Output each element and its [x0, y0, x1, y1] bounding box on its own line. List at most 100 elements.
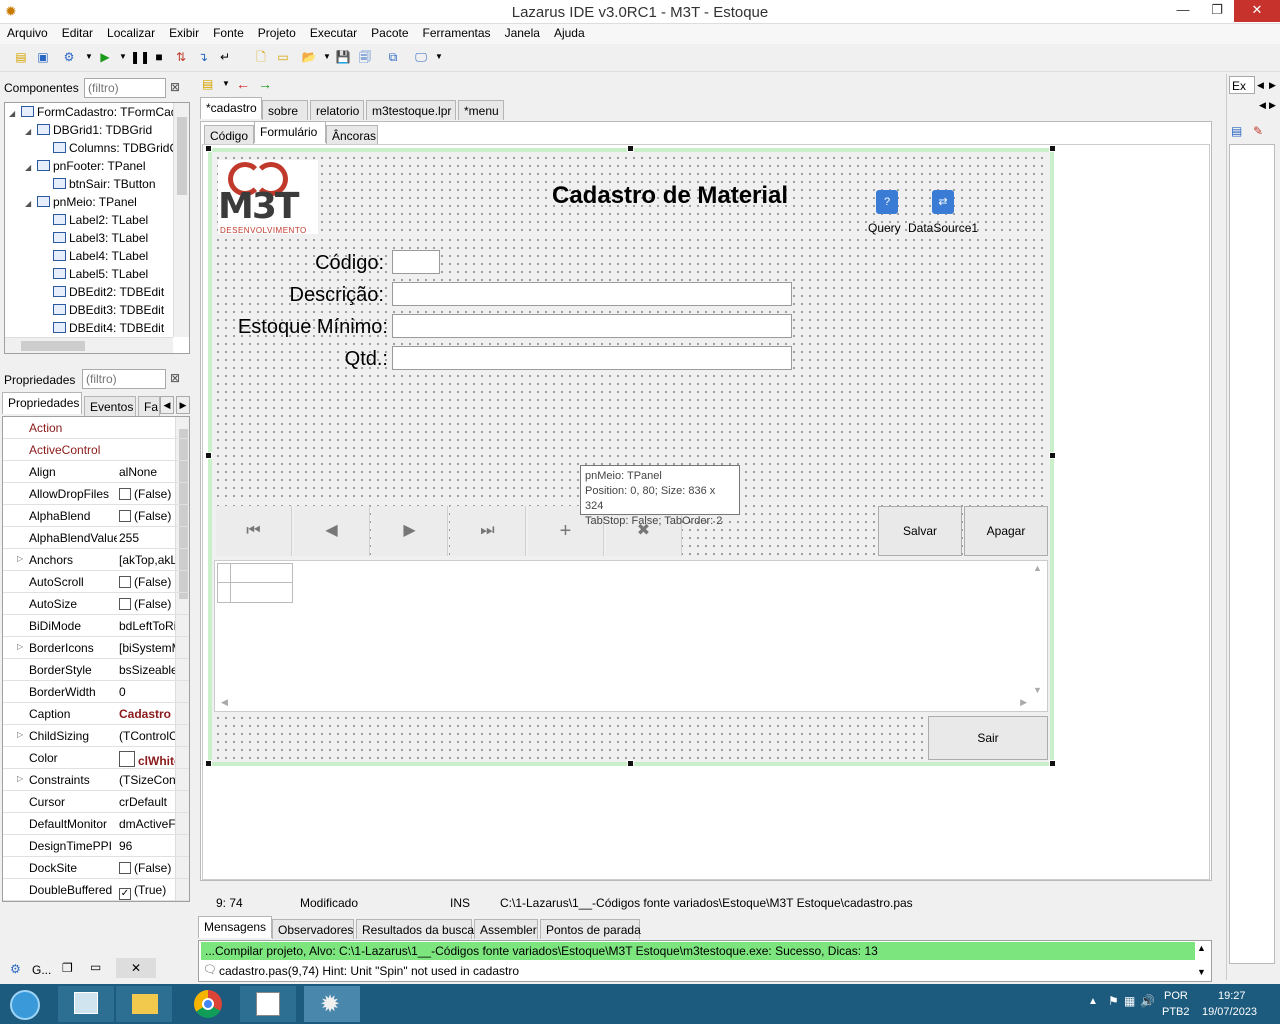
tab-resultados-busca[interactable]: Resultados da busca [356, 919, 474, 939]
step-over-icon[interactable]: ⇅ [172, 48, 190, 66]
tree-node[interactable]: ◢ pnMeio: TPanel [5, 193, 189, 211]
components-filter-input[interactable] [84, 78, 166, 98]
designed-form[interactable]: M3T DESENVOLVIMENTO Cadastro de Material… [208, 148, 1054, 766]
taskbar-chrome-icon[interactable] [182, 986, 238, 1022]
property-value[interactable]: 96 [119, 839, 175, 853]
nav-first-icon[interactable]: ⏮ [216, 506, 292, 556]
tab-menu[interactable]: *menu [458, 100, 504, 120]
step-out-icon[interactable]: ↵ [216, 48, 234, 66]
selection-handle[interactable] [627, 760, 634, 767]
menu-projeto[interactable]: Projeto [251, 24, 303, 40]
property-row[interactable]: DefaultMonitor dmActiveForm [3, 813, 189, 835]
tray-keyboard[interactable]: PTB2 [1162, 1006, 1190, 1018]
tab-assembler[interactable]: Assembler [474, 919, 538, 939]
property-value[interactable]: crDefault [119, 795, 175, 809]
tab-ancoras[interactable]: Âncoras [326, 125, 378, 145]
property-value[interactable]: bdLeftToRight [119, 619, 175, 633]
property-value[interactable]: clWhite [119, 751, 175, 768]
property-value[interactable]: (False) [119, 509, 175, 523]
open-icon[interactable]: 📂 [300, 48, 318, 66]
properties-filter-input[interactable] [82, 369, 166, 389]
menu-ferramentas[interactable]: Ferramentas [416, 24, 498, 40]
tab-formulario[interactable]: Formulário [254, 121, 326, 143]
save-all-icon[interactable]: 🗐 [356, 48, 374, 66]
tray-language[interactable]: POR [1164, 990, 1188, 1002]
property-row[interactable]: Cursor crDefault [3, 791, 189, 813]
property-row[interactable]: AlphaBlend (False) [3, 505, 189, 527]
chevron-down-icon[interactable]: ▼ [430, 48, 448, 66]
estoque-minimo-input[interactable] [392, 314, 792, 338]
tree-expand-icon[interactable]: ◢ [9, 105, 21, 123]
close-button[interactable]: ✕ [1234, 0, 1280, 22]
tray-network-icon[interactable]: ▦ [1124, 994, 1135, 1008]
back-arrow-icon[interactable]: ← [236, 76, 250, 92]
new-form-icon[interactable]: ▣ [34, 48, 52, 66]
checkbox-icon[interactable] [119, 598, 131, 610]
menu-pacote[interactable]: Pacote [364, 24, 415, 40]
selection-handle[interactable] [205, 145, 212, 152]
descricao-input[interactable] [392, 282, 792, 306]
pause-icon[interactable]: ❚❚ [130, 48, 150, 66]
tree-node[interactable]: ◢ pnFooter: TPanel [5, 157, 189, 175]
grid-vertical-scrollbar[interactable]: ▲ ▼ [1033, 563, 1047, 695]
messages-list[interactable]: ...Compilar projeto, Alvo: C:\1-Lazarus\… [198, 940, 1212, 982]
tab-m3testoque-lpr[interactable]: m3testoque.lpr [366, 100, 456, 120]
nav-next-icon[interactable]: ▶ [372, 506, 448, 556]
property-row[interactable]: Action [3, 417, 189, 439]
selection-handle[interactable] [1049, 145, 1056, 152]
build-mode-icon[interactable]: ⚙ [60, 48, 78, 66]
minimize-button[interactable]: — [1166, 0, 1200, 22]
menu-fonte[interactable]: Fonte [206, 24, 251, 40]
tree-node[interactable]: Label3: TLabel [5, 229, 189, 247]
property-value[interactable]: bsSizeable [119, 663, 175, 677]
property-value[interactable]: 255 [119, 531, 175, 545]
tools-icon[interactable]: ✎ [1253, 124, 1263, 138]
menu-editar[interactable]: Editar [55, 24, 100, 40]
tab-scroll-left-icon[interactable]: ◀ [160, 396, 174, 414]
property-value[interactable]: (False) [119, 487, 175, 501]
property-value[interactable]: ✓ (True) [119, 883, 175, 900]
property-value[interactable]: (False) [119, 575, 175, 589]
tree-vertical-scrollbar[interactable] [173, 103, 189, 337]
property-value[interactable]: [biSystemMenu] [119, 641, 175, 655]
property-value[interactable]: (TSizeConstraints) [119, 773, 175, 787]
tab-cadastro[interactable]: *cadastro [200, 97, 262, 119]
tree-node[interactable]: btnSair: TButton [5, 175, 189, 193]
refresh-icon[interactable]: ▤ [1231, 124, 1242, 138]
tree-node[interactable]: DBEdit4: TDBEdit [5, 319, 189, 337]
tab-mensagens[interactable]: Mensagens [198, 916, 272, 938]
selection-handle[interactable] [627, 145, 634, 152]
tray-flag-icon[interactable]: ⚑ [1108, 994, 1119, 1008]
datasource-icon[interactable]: ⇄ [932, 190, 954, 214]
sair-button[interactable]: Sair [928, 716, 1048, 760]
clock-time[interactable]: 19:27 [1218, 990, 1246, 1002]
salvar-button[interactable]: Salvar [878, 506, 962, 556]
selection-handle[interactable] [1049, 452, 1056, 459]
menu-localizar[interactable]: Localizar [100, 24, 162, 40]
property-row[interactable]: ▷ BorderIcons [biSystemMenu] [3, 637, 189, 659]
code-explorer-tab[interactable]: Ex [1229, 76, 1255, 94]
tree-node[interactable]: Columns: TDBGridColumns [5, 139, 189, 157]
forward-arrow-icon[interactable]: → [258, 76, 272, 92]
checkbox-icon[interactable] [119, 862, 131, 874]
property-value[interactable]: (False) [119, 597, 175, 611]
tray-chevron-up-icon[interactable]: ▲ [1088, 996, 1098, 1007]
clear-filter-icon[interactable]: ⊠ [170, 80, 180, 94]
property-value[interactable]: dmActiveForm [119, 817, 175, 831]
checkbox-checked-icon[interactable]: ✓ [119, 888, 131, 900]
tab-relatorio[interactable]: relatorio [310, 100, 364, 120]
tab-scroll-left-icon[interactable]: ◀ [1257, 76, 1269, 94]
expand-icon[interactable]: ▷ [17, 642, 23, 651]
tree-expand-icon[interactable]: ◢ [25, 195, 37, 213]
tab-propriedades[interactable]: Propriedades [2, 392, 82, 414]
menu-exibir[interactable]: Exibir [162, 24, 206, 40]
header-panel[interactable]: M3T DESENVOLVIMENTO Cadastro de Material… [214, 154, 1048, 235]
pnmeio-panel[interactable]: Código: Descrição: Estoque Mínimo: Qtd.: [214, 236, 1048, 502]
save-icon[interactable]: 💾 [334, 48, 352, 66]
new-unit-icon[interactable]: ▤ [12, 48, 30, 66]
apagar-button[interactable]: Apagar [964, 506, 1048, 556]
clear-filter-icon[interactable]: ⊠ [170, 371, 180, 385]
step-into-icon[interactable]: ↴ [194, 48, 212, 66]
property-row[interactable]: Caption Cadastro de Material [3, 703, 189, 725]
menu-arquivo[interactable]: Arquivo [0, 24, 55, 40]
